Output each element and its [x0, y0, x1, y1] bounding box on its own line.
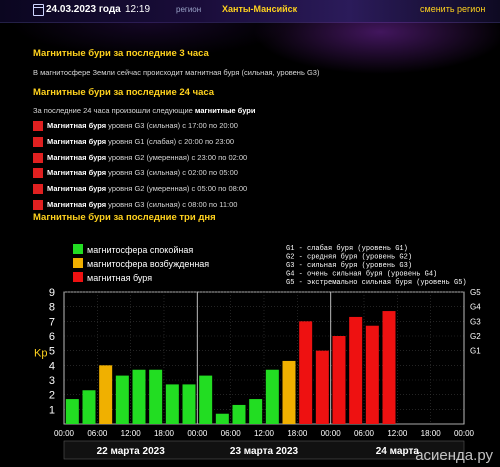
y-tick-label: 4	[49, 360, 55, 372]
g-legend-entry: G5 - экстремально сильная буря (уровень …	[286, 278, 467, 287]
x-tick-label: 00:00	[54, 429, 75, 438]
kp-bar	[232, 404, 246, 424]
g-level-label: G2	[470, 332, 481, 341]
legend-swatch	[73, 258, 83, 268]
x-tick-label: 12:00	[121, 429, 142, 438]
g-legend-entry: G2 - средняя буря (уровень G2)	[286, 253, 412, 262]
legend-swatch	[73, 272, 83, 282]
y-tick-label: 1	[49, 404, 55, 416]
kp-bar	[99, 365, 113, 424]
y-tick-label: 7	[49, 316, 55, 328]
x-tick-label: 18:00	[421, 429, 442, 438]
y-tick-label: 9	[49, 287, 55, 299]
kp-bar	[132, 369, 146, 424]
kp-bar	[382, 311, 396, 424]
legend-label: магнитосфера спокойная	[87, 245, 193, 255]
y-tick-label: 3	[49, 375, 55, 387]
x-tick-label: 18:00	[287, 429, 308, 438]
g-level-label: G1	[470, 347, 481, 356]
legend-swatch	[73, 244, 83, 254]
kp-chart: 1 2 3 4 5 6 7 8 9 G1 G2 G3 G4 G5 Kp 00:00 06:00 12:00 18:0…	[34, 244, 493, 464]
kp-bar	[115, 375, 129, 424]
kp-bar	[332, 336, 346, 424]
kp-bar	[149, 369, 163, 424]
legend-label: магнитная буря	[87, 273, 152, 283]
x-tick-label: 18:00	[154, 429, 175, 438]
x-tick-label: 12:00	[387, 429, 408, 438]
x-tick-label: 00:00	[454, 429, 475, 438]
kp-bar	[215, 413, 229, 424]
day-label: 22 марта 2023	[97, 446, 166, 457]
x-tick-label: 00:00	[187, 429, 208, 438]
kp-bar	[299, 321, 313, 424]
day-label: 23 марта 2023	[230, 446, 299, 457]
y-tick-label: 8	[49, 302, 55, 314]
x-tick-label: 12:00	[254, 429, 275, 438]
kp-bar	[349, 316, 363, 424]
day-label: 24 марта	[376, 446, 420, 457]
g-level-label: G4	[470, 303, 481, 312]
kp-bar	[315, 350, 329, 424]
kp-bar	[265, 369, 279, 424]
legend-label: магнитосфера возбужденная	[87, 259, 209, 269]
g-level-label: G5	[470, 288, 481, 297]
x-tick-label: 00:00	[321, 429, 342, 438]
kp-bar	[65, 399, 79, 424]
g-legend-entry: G4 - очень сильная буря (уровень G4)	[286, 270, 437, 279]
g-level-label: G3	[470, 317, 481, 326]
kp-bar	[282, 360, 296, 424]
y-tick-label: 6	[49, 331, 55, 343]
y-tick-label: 5	[49, 346, 55, 358]
kp-bar	[199, 375, 213, 424]
watermark: асиенда.ру	[415, 447, 493, 464]
kp-bar	[365, 325, 379, 424]
kp-bar	[82, 390, 96, 424]
x-tick-label: 06:00	[87, 429, 108, 438]
kp-bar	[249, 399, 263, 424]
x-tick-label: 06:00	[354, 429, 375, 438]
kp-bar	[182, 384, 196, 424]
y-axis-label: Kp	[34, 348, 47, 360]
y-tick-label: 2	[49, 390, 55, 402]
g-legend-entry: G3 - сильная буря (уровень G3)	[286, 261, 412, 270]
x-tick-label: 06:00	[221, 429, 242, 438]
kp-bar	[165, 384, 179, 424]
g-legend-entry: G1 - слабая буря (уровень G1)	[286, 244, 408, 253]
